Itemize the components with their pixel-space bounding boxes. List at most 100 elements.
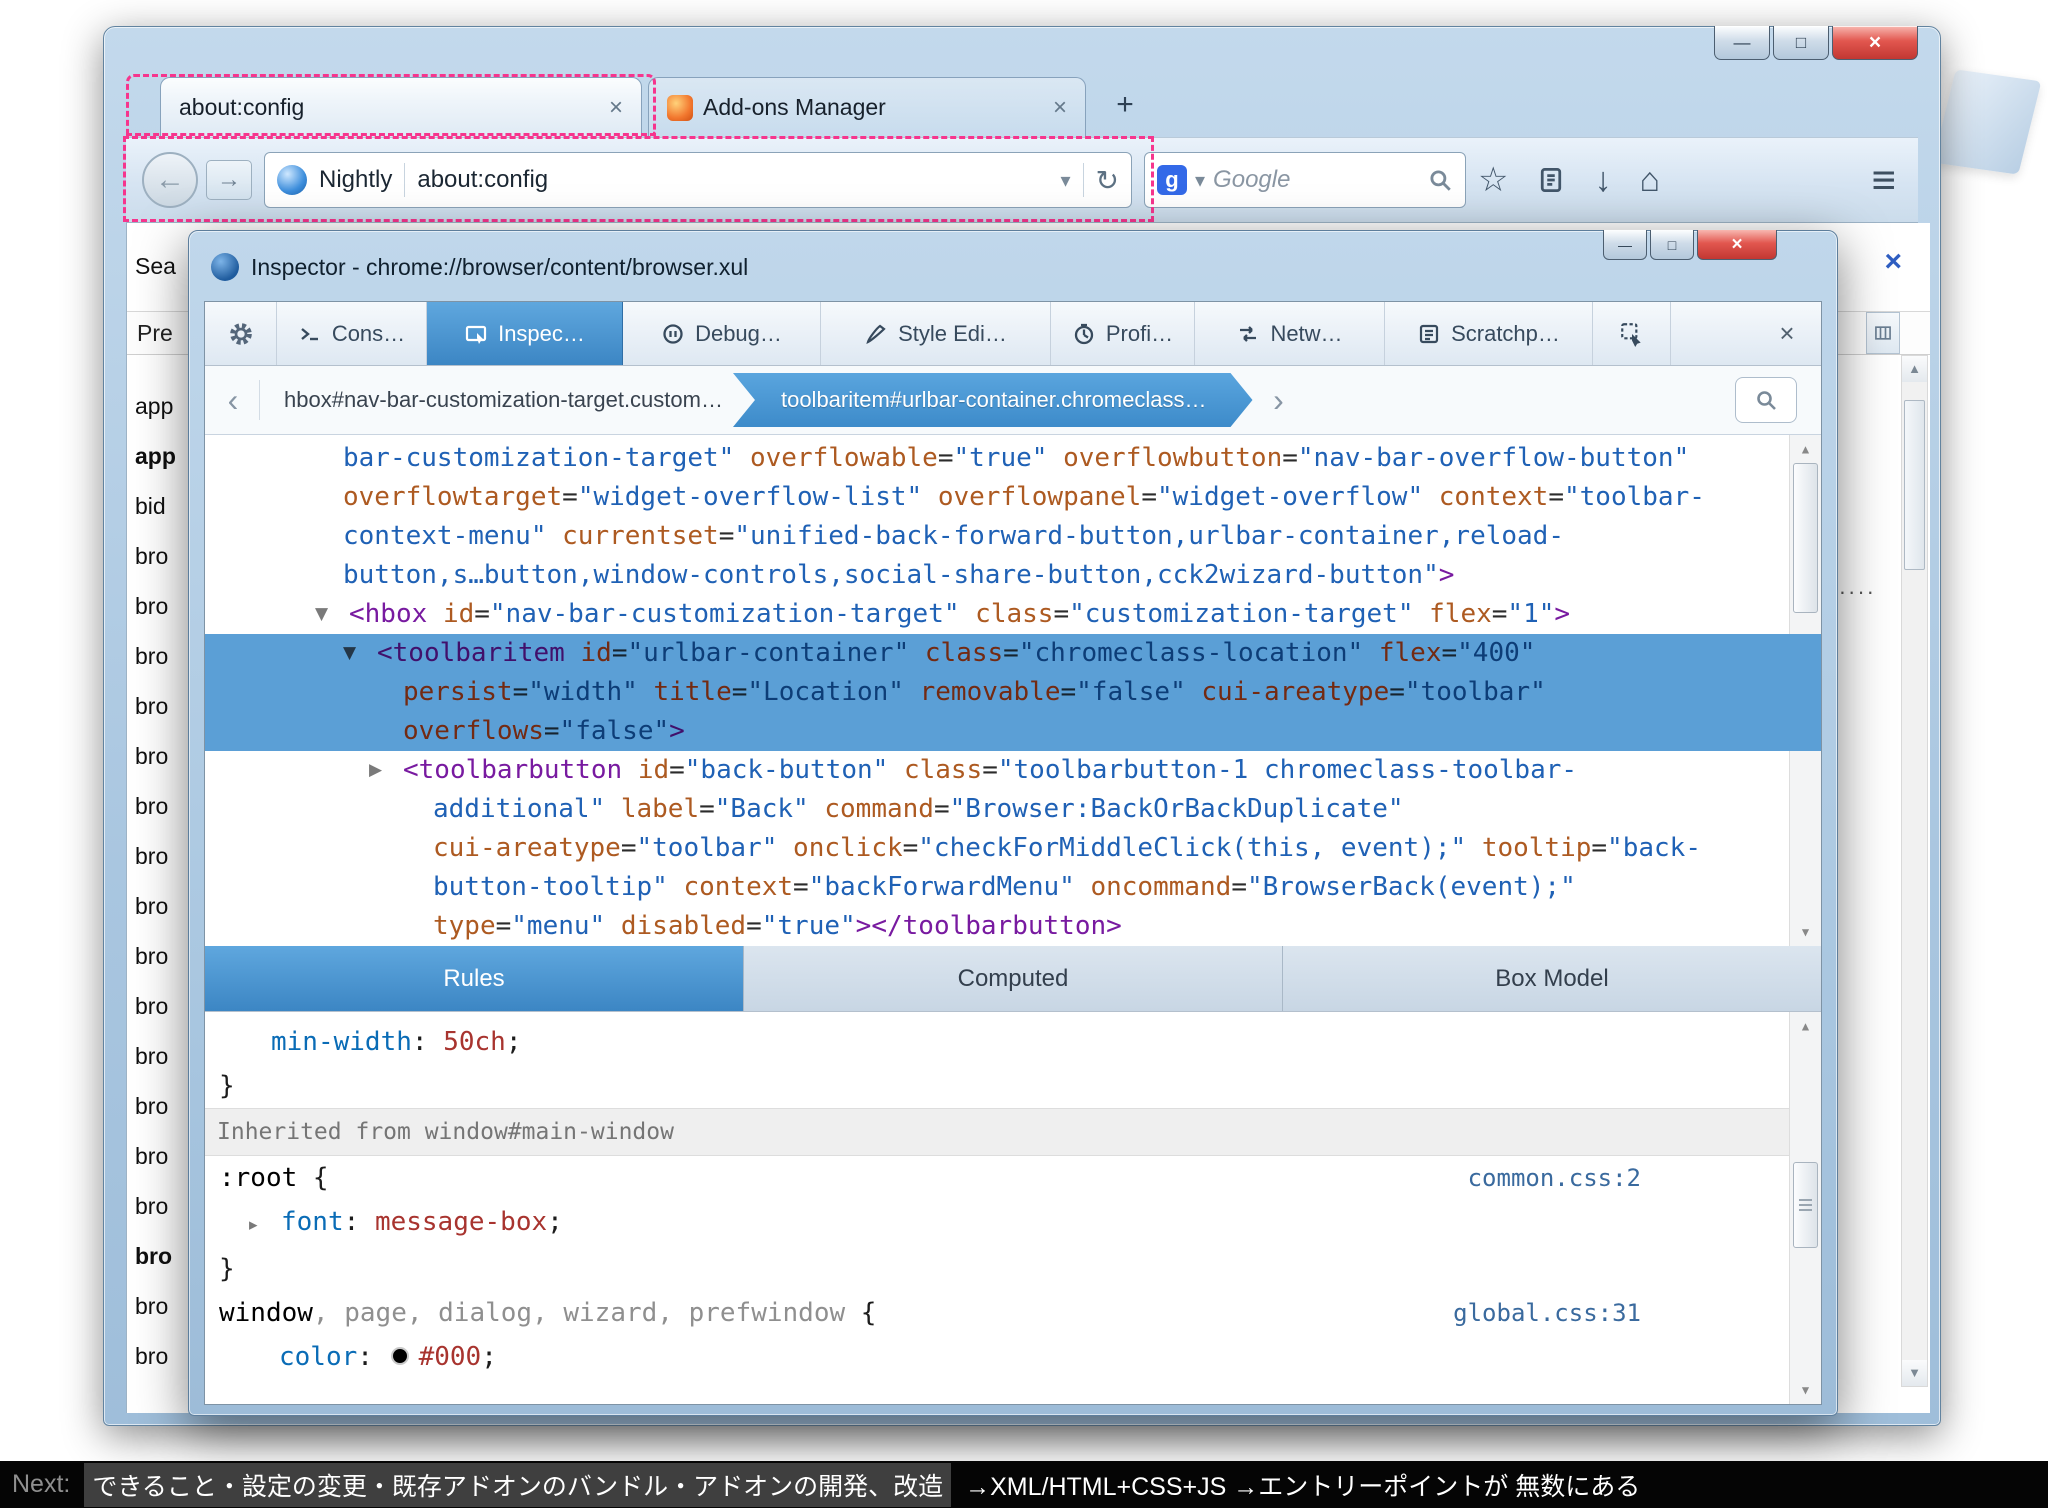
profiler-icon [1074, 323, 1094, 344]
markup-line[interactable]: overflowtarget="widget-overflow-list" ov… [205, 478, 1821, 517]
rule-line[interactable]: } [205, 1247, 1821, 1291]
bookmarks-menu-icon[interactable] [1536, 164, 1566, 196]
property-name: min-width [271, 1027, 412, 1057]
rules-view[interactable]: ▲ ▼ min-width: 50ch;} Inherited from wind… [205, 1012, 1821, 1404]
devtools-close-button[interactable]: × [1759, 302, 1815, 365]
tab-computed[interactable]: Computed [744, 946, 1283, 1011]
search-icon[interactable] [1427, 167, 1453, 193]
search-engine-icon[interactable]: g [1157, 165, 1187, 195]
breadcrumb-back-button[interactable]: ‹ [213, 382, 253, 419]
scrollbar-thumb[interactable] [1904, 400, 1925, 570]
tab-profiler[interactable]: Profi… [1051, 302, 1195, 365]
truncated-value: ···· [1838, 579, 1876, 604]
new-tab-button[interactable]: + [1106, 86, 1144, 124]
rule-line[interactable]: :root {common.css:2 [205, 1156, 1821, 1200]
twisty-icon[interactable]: ▼ [315, 595, 328, 634]
twisty-icon[interactable]: ▼ [343, 634, 356, 673]
rule-line[interactable]: min-width: 50ch; [205, 1020, 1821, 1064]
markup-line[interactable]: cui-areatype="toolbar" onclick="checkFor… [205, 829, 1821, 868]
close-button[interactable]: × [1832, 26, 1918, 60]
console-icon [301, 327, 318, 340]
slide-decoration [1932, 69, 2042, 175]
twisty-icon[interactable]: ▸ [249, 1203, 281, 1247]
tab-debugger[interactable]: Debug… [623, 302, 821, 365]
tab-scratchpad[interactable]: Scratchp… [1385, 302, 1593, 365]
markup-line[interactable]: type="menu" disabled="true"></toolbarbut… [205, 907, 1821, 946]
rule-line[interactable]: ▸ font: message-box; [205, 1200, 1821, 1247]
minimize-button[interactable]: — [1714, 26, 1770, 60]
search-dropdown-icon[interactable]: ▾ [1195, 168, 1205, 193]
close-button[interactable]: × [1697, 230, 1777, 260]
config-column-header-label: Pre [137, 320, 173, 346]
home-icon[interactable]: ⌂ [1639, 161, 1660, 200]
tab-addons-manager[interactable]: Add-ons Manager × [648, 77, 1086, 137]
scroll-down-icon[interactable]: ▼ [1790, 1378, 1821, 1402]
tab-inspector[interactable]: Inspec… [427, 302, 623, 365]
divider [259, 380, 260, 420]
rule-line[interactable]: window, page, dialog, wizard, prefwindow… [205, 1291, 1821, 1335]
markup-line[interactable]: ▶ <toolbarbutton id="back-button" class="… [205, 751, 1821, 790]
next-label: Next: [12, 1470, 71, 1498]
minimize-icon: — [1618, 236, 1632, 253]
breadcrumb-item[interactable]: hbox#nav-bar-customization-target.custom… [266, 373, 741, 427]
highlighter-tab-outline [126, 74, 656, 136]
style-editor-icon [866, 324, 886, 344]
markup-line[interactable]: button-tooltip" context="backForwardMenu… [205, 868, 1821, 907]
tab-rules[interactable]: Rules [205, 946, 744, 1011]
debugger-icon [663, 323, 683, 344]
window-controls: — □ × [1714, 26, 1918, 60]
downloads-icon[interactable]: ↓ [1594, 161, 1611, 200]
node-picker-button[interactable] [1593, 302, 1671, 365]
breadcrumb-forward-button[interactable]: › [1259, 382, 1299, 419]
search-bar[interactable]: g ▾ Google [1144, 152, 1466, 208]
property-value: #000 [418, 1342, 482, 1372]
tab-label: Netw… [1270, 320, 1343, 346]
addons-tab-icon [667, 94, 693, 121]
markup-line[interactable]: ▼ <toolbaritem id="urlbar-container" clas… [205, 634, 1821, 673]
tab-close-icon[interactable]: × [1053, 94, 1067, 122]
config-scrollbar[interactable]: ▲ ▼ [1901, 355, 1928, 1387]
highlighter-navbar-outline [123, 136, 1154, 222]
stylesheet-link[interactable]: global.css:31 [1453, 1291, 1641, 1335]
color-swatch[interactable] [390, 1346, 409, 1365]
selector-text: :root [219, 1163, 298, 1193]
twisty-icon[interactable]: ▶ [369, 751, 382, 790]
markup-view[interactable]: ▲ ▼ bar-customization-target" overflowab… [205, 435, 1821, 946]
inherited-header: Inherited from window#main-window [205, 1108, 1821, 1156]
markup-line[interactable]: additional" label="Back" command="Browse… [205, 790, 1821, 829]
property-name: font [281, 1207, 344, 1237]
scroll-up-icon[interactable]: ▲ [1902, 356, 1927, 382]
tab-console[interactable]: Cons… [277, 302, 427, 365]
config-search-clear-icon[interactable]: × [1884, 245, 1902, 279]
menu-icon[interactable]: ≡ [1871, 156, 1896, 204]
toolbar-icons: ☆ ↓ ⌂ ≡ [1478, 156, 1902, 204]
maximize-icon: □ [1667, 236, 1677, 253]
markup-line[interactable]: button,s…button,window-controls,social-s… [205, 556, 1821, 595]
rule-line[interactable]: color: #000; [205, 1335, 1821, 1379]
close-icon: × [1731, 233, 1743, 255]
column-picker-icon[interactable] [1866, 312, 1900, 354]
bookmark-star-icon[interactable]: ☆ [1478, 160, 1508, 200]
minimize-button[interactable]: — [1603, 230, 1647, 260]
markup-line[interactable]: ▼ <hbox id="nav-bar-customization-target"… [205, 595, 1821, 634]
breadcrumb-item-selected[interactable]: toolbaritem#urlbar-container.chromeclass… [733, 373, 1253, 427]
stylesheet-link[interactable]: common.css:2 [1468, 1156, 1641, 1200]
tab-label: Style Edi… [898, 320, 1007, 346]
scroll-down-icon[interactable]: ▼ [1902, 1360, 1927, 1386]
markup-line[interactable]: persist="width" title="Location" removab… [205, 673, 1821, 712]
inspector-titlebar: Inspector - chrome://browser/content/bro… [211, 247, 748, 287]
maximize-button[interactable]: □ [1650, 230, 1694, 260]
tab-label: Scratchp… [1451, 320, 1560, 346]
tab-network[interactable]: Netw… [1195, 302, 1385, 365]
maximize-button[interactable]: □ [1773, 26, 1829, 60]
sidebar-tabs: Rules Computed Box Model [205, 946, 1821, 1012]
markup-line[interactable]: bar-customization-target" overflowable="… [205, 439, 1821, 478]
tab-style-editor[interactable]: Style Edi… [821, 302, 1051, 365]
devtools-options-button[interactable] [205, 302, 277, 365]
maximize-icon: □ [1795, 32, 1807, 52]
markup-line[interactable]: overflows="false"> [205, 712, 1821, 751]
tab-box-model[interactable]: Box Model [1283, 946, 1821, 1011]
markup-search-box[interactable] [1735, 377, 1797, 423]
rule-line[interactable]: } [205, 1064, 1821, 1108]
markup-line[interactable]: context-menu" currentset="unified-back-f… [205, 517, 1821, 556]
